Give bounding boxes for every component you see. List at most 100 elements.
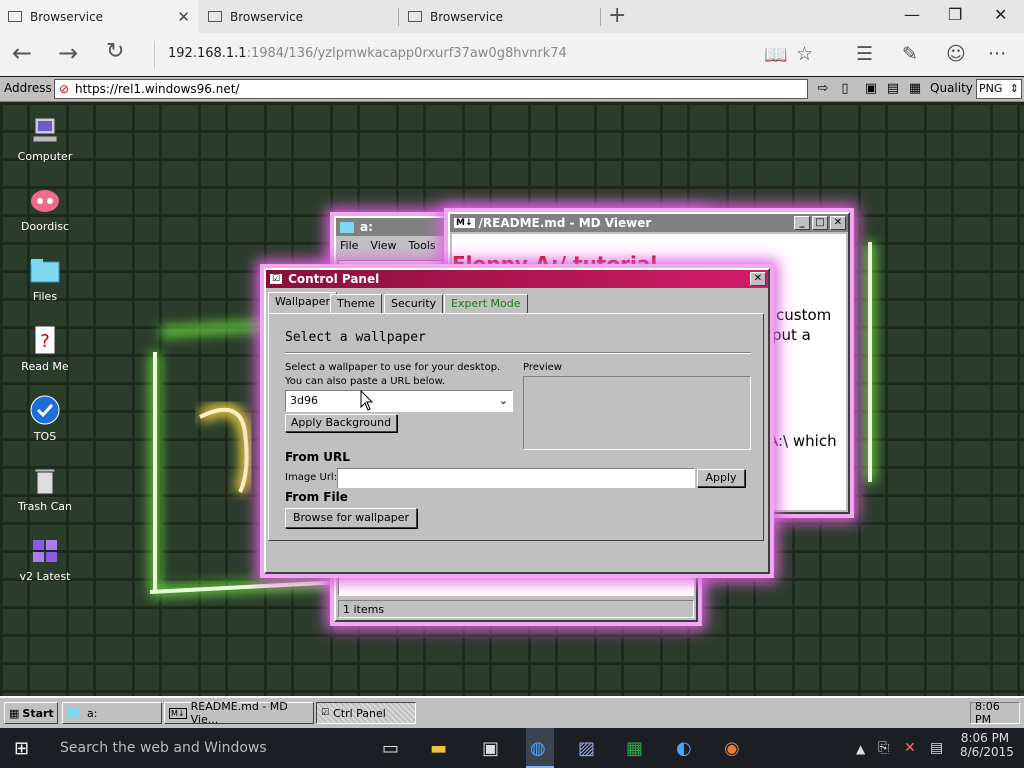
taskbar-clock: 8:06 PM (970, 700, 1020, 726)
browser-tab[interactable]: Browservice (200, 0, 398, 33)
preview-label: Preview (523, 362, 562, 373)
control-panel-titlebar[interactable]: ☑ Control Panel ✕ (266, 270, 768, 288)
new-tab-icon[interactable]: + (608, 3, 626, 28)
md-viewer-titlebar[interactable]: M↓ /README.md - MD Viewer _ □ ✕ (450, 214, 848, 232)
excel-icon[interactable]: ▦ (626, 738, 643, 759)
wallpaper-select[interactable]: 3d96 ⌄ (285, 390, 513, 412)
start-button[interactable]: ▦ Start (4, 702, 58, 724)
desktop-icon-doordisc[interactable]: Doordisc (14, 184, 76, 233)
file-explorer-icon[interactable]: ▬ (430, 738, 447, 759)
insecure-icon: ⊘ (59, 82, 70, 96)
tab-label: Theme (337, 297, 375, 310)
section-heading: Select a wallpaper (285, 330, 426, 345)
go-arrow-icon[interactable]: ⇨ (814, 80, 832, 98)
desktop-icon-tos[interactable]: TOS (14, 394, 76, 443)
browser-tab[interactable]: Browservice ✕ (0, 0, 198, 33)
system-time: 8:06 PM (960, 731, 1010, 745)
quality-value: PNG (979, 82, 1003, 95)
quality-select[interactable]: PNG ⇕ (976, 79, 1022, 99)
tab-wallpaper[interactable]: Wallpaper (268, 292, 338, 314)
tab-separator (398, 8, 399, 26)
tab-separator (600, 8, 601, 26)
web-note-icon[interactable]: ✎ (902, 43, 918, 65)
windows-start-icon[interactable]: ⊞ (14, 738, 29, 759)
start-label: Start (22, 706, 54, 720)
minimize-icon[interactable]: — (904, 5, 920, 24)
browser-url[interactable]: 192.168.1.1:1984/136/yzlpmwkacapp0rxurf3… (168, 46, 567, 61)
browser-tab[interactable]: Browservice (400, 0, 598, 33)
tab-expert-mode[interactable]: Expert Mode (444, 294, 528, 314)
window-title: Control Panel (288, 272, 380, 286)
notepad-icon[interactable]: ▨ (578, 738, 595, 759)
desktop: Computer Doordisc Files ? Read Me TOS Tr… (0, 102, 1024, 696)
address-value: https://rel1.windows96.net/ (75, 82, 240, 96)
close-window-icon[interactable]: ✕ (994, 5, 1007, 24)
taskbar-item-control-panel[interactable]: ☑ Ctrl Panel (316, 702, 416, 724)
tab-label: Browservice (430, 9, 504, 24)
book-icon[interactable]: ▣ (862, 80, 880, 98)
tab-security[interactable]: Security (384, 294, 444, 314)
minimize-icon[interactable]: _ (794, 216, 810, 230)
browser-icon[interactable]: ◐ (676, 738, 692, 759)
desktop-icon-v2-latest[interactable]: v2 Latest (14, 534, 76, 583)
taskbar-label: a: (87, 706, 98, 720)
desktop-icon-trash-can[interactable]: Trash Can (14, 464, 76, 513)
divider (285, 352, 751, 354)
network-icon[interactable]: ⎘ (878, 740, 889, 756)
tab-page-icon (208, 11, 222, 22)
description: Select a wallpaper to use for your deskt… (285, 362, 501, 373)
bookmark-icon[interactable]: ▯ (836, 80, 854, 98)
apply-background-button[interactable]: Apply Background (285, 414, 397, 432)
system-date: 8/6/2015 (960, 745, 1014, 759)
more-icon[interactable]: ··· (988, 43, 1006, 65)
feedback-smiley-icon[interactable]: ☺ (946, 43, 966, 65)
taskbar-label: Ctrl Panel (333, 706, 386, 720)
desktop-icon-files[interactable]: Files (14, 254, 76, 303)
edge-icon[interactable]: ◍ (530, 738, 546, 759)
refresh-icon[interactable]: ↻ (106, 39, 124, 64)
trash-icon (29, 464, 61, 496)
search-box[interactable]: Search the web and Windows (48, 728, 368, 768)
chevron-up-icon[interactable]: ▲ (856, 742, 865, 756)
folder-icon (67, 708, 79, 718)
maximize-icon[interactable]: □ (812, 216, 828, 230)
back-icon[interactable]: ← (12, 39, 32, 67)
forward-icon[interactable]: → (58, 39, 78, 67)
browser-nav-bar: ← → ↻ 192.168.1.1:1984/136/yzlpmwkacapp0… (0, 33, 1024, 76)
tab-label: Browservice (30, 9, 104, 24)
icon-label: v2 Latest (19, 570, 71, 583)
menu-file[interactable]: File (340, 239, 358, 253)
task-view-icon[interactable]: ▭ (382, 738, 399, 759)
taskbar-item-md-viewer[interactable]: M↓ README.md - MD Vie... (164, 700, 314, 726)
menu-view[interactable]: View (370, 239, 396, 253)
favorite-star-icon[interactable]: ☆ (796, 43, 813, 65)
close-tab-icon[interactable]: ✕ (177, 8, 190, 26)
restore-icon[interactable]: ❐ (948, 5, 962, 24)
image-url-input[interactable] (337, 468, 695, 488)
browse-wallpaper-button[interactable]: Browse for wallpaper (285, 508, 417, 528)
tab-theme[interactable]: Theme (330, 294, 382, 314)
hub-icon[interactable]: ☰ (856, 43, 873, 65)
desktop-icon-computer[interactable]: Computer (14, 114, 76, 163)
clipboard-icon[interactable]: ▦ (906, 80, 924, 98)
reading-view-icon[interactable]: 📖 (764, 43, 788, 66)
desktop-icon-read-me[interactable]: ? Read Me (14, 324, 76, 373)
windows-icon (29, 534, 61, 566)
save-icon[interactable]: ▤ (884, 80, 902, 98)
close-icon[interactable]: ✕ (750, 272, 766, 286)
taskbar-item-explorer[interactable]: a: (62, 702, 162, 724)
volume-muted-icon[interactable]: ✕ (904, 740, 916, 756)
clock-text: 8:06 PM (975, 700, 1000, 726)
md-text: A:\ which (768, 432, 837, 450)
store-icon[interactable]: ▣ (482, 738, 499, 759)
close-icon[interactable]: ✕ (830, 216, 846, 230)
media-icon[interactable]: ◉ (724, 738, 740, 759)
window-title: /README.md - MD Viewer (478, 216, 652, 230)
address-input[interactable]: ⊘ https://rel1.windows96.net/ (54, 79, 808, 99)
icon-label: Files (32, 290, 58, 303)
address-label: Address (4, 81, 52, 95)
notifications-icon[interactable]: ▤ (930, 740, 943, 756)
apply-url-button[interactable]: Apply (697, 469, 745, 487)
menu-tools[interactable]: Tools (409, 239, 436, 253)
system-clock[interactable]: 8:06 PM 8/6/2015 (960, 731, 1014, 759)
